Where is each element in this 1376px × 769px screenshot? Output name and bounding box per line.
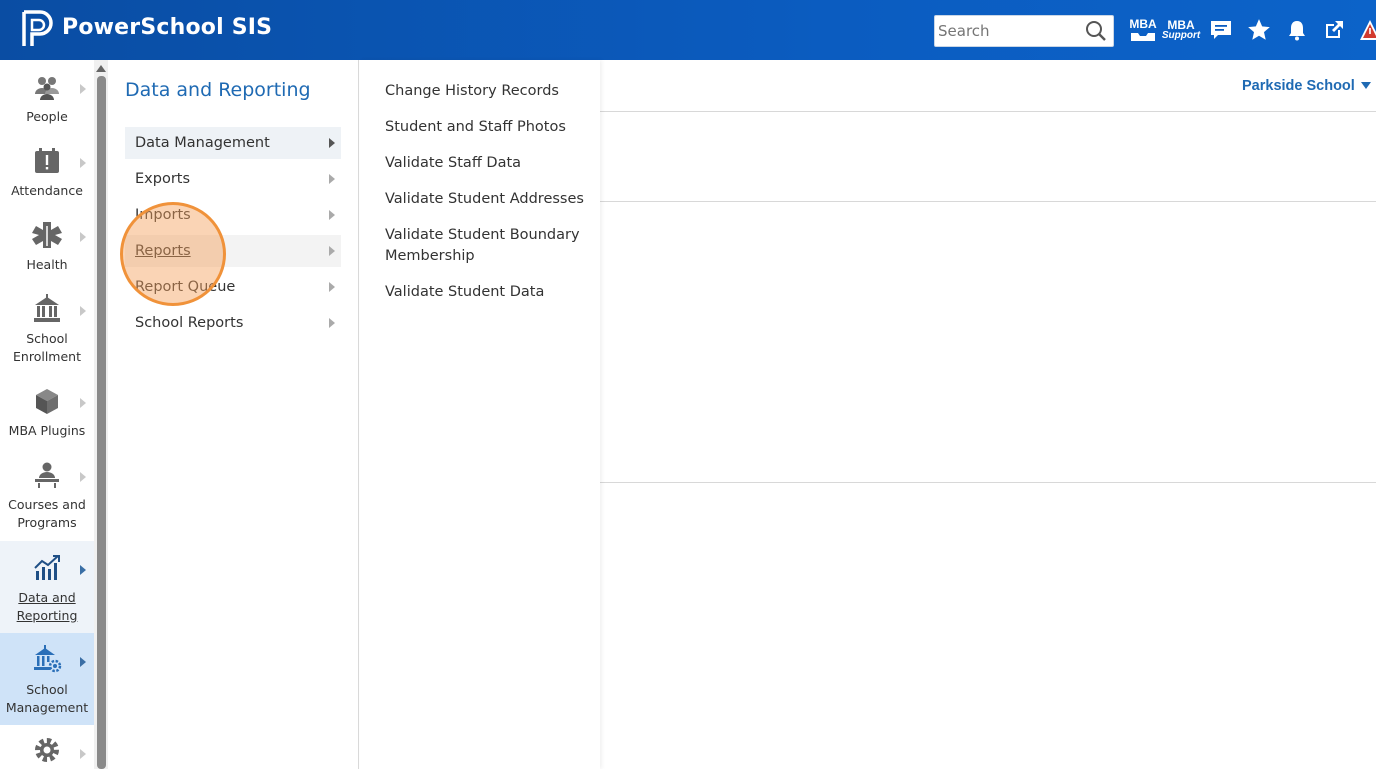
divider bbox=[600, 482, 1376, 483]
submenu-student-staff-photos[interactable]: Student and Staff Photos bbox=[385, 117, 585, 138]
nav-label: School Management bbox=[5, 682, 89, 715]
nav-mba-plugins[interactable]: MBA Plugins bbox=[0, 374, 94, 448]
submenu-change-history-records[interactable]: Change History Records bbox=[385, 81, 585, 102]
chevron-right-icon bbox=[80, 398, 86, 408]
nav-label: School Enrollment bbox=[13, 331, 81, 364]
alert-icon[interactable] bbox=[1360, 14, 1376, 46]
divider bbox=[600, 111, 1376, 112]
chevron-right-icon bbox=[329, 138, 335, 148]
nav-label: Data and Reporting bbox=[16, 590, 78, 623]
submenu-validate-staff-data[interactable]: Validate Staff Data bbox=[385, 153, 585, 174]
external-link-icon[interactable] bbox=[1322, 14, 1346, 46]
menu-label: Reports bbox=[135, 243, 191, 259]
search-icon[interactable] bbox=[1085, 20, 1107, 42]
nav-health[interactable]: Health bbox=[0, 208, 94, 282]
nav-courses-programs[interactable]: Courses and Programs bbox=[0, 448, 94, 540]
bell-icon[interactable] bbox=[1285, 14, 1309, 46]
school-management-icon bbox=[34, 645, 62, 673]
chevron-right-icon bbox=[329, 282, 335, 292]
chevron-right-icon bbox=[80, 84, 86, 94]
menu-label: Report Queue bbox=[135, 279, 236, 295]
nav-school-management[interactable]: School Management bbox=[0, 633, 94, 725]
school-enrollment-icon bbox=[34, 294, 60, 322]
powerschool-logo[interactable] bbox=[22, 10, 54, 48]
chevron-right-icon bbox=[80, 158, 86, 168]
support-label: Support bbox=[1161, 30, 1201, 41]
submenu-validate-student-data[interactable]: Validate Student Data bbox=[385, 282, 585, 303]
nav-scrollbar-thumb[interactable] bbox=[97, 76, 106, 769]
scroll-up-arrow-icon[interactable] bbox=[96, 65, 106, 72]
divider bbox=[600, 201, 1376, 202]
chevron-right-icon bbox=[329, 246, 335, 256]
submenu-validate-student-addresses[interactable]: Validate Student Addresses bbox=[385, 189, 585, 210]
school-selector[interactable]: Parkside School bbox=[1242, 78, 1355, 94]
chevron-right-icon bbox=[80, 657, 86, 667]
caret-down-icon[interactable] bbox=[1361, 82, 1371, 89]
nav-label: People bbox=[26, 109, 68, 124]
chat-icon[interactable] bbox=[1209, 14, 1233, 46]
nav-label: MBA Plugins bbox=[8, 423, 86, 438]
courses-icon bbox=[35, 462, 59, 488]
app-title[interactable]: PowerSchool SIS bbox=[62, 15, 272, 40]
chart-icon bbox=[34, 555, 60, 580]
flyout-title: Data and Reporting bbox=[125, 79, 311, 101]
nav-school-enrollment[interactable]: School Enrollment bbox=[0, 282, 94, 374]
mba-support-icon[interactable]: MBA Support bbox=[1161, 14, 1201, 46]
nav-system[interactable] bbox=[0, 725, 94, 769]
nav-label: Courses and Programs bbox=[8, 497, 86, 530]
mba-inbox-icon[interactable]: MBA bbox=[1128, 14, 1158, 46]
menu-exports[interactable]: Exports bbox=[125, 163, 341, 195]
menu-imports[interactable]: Imports bbox=[125, 199, 341, 231]
submenu-validate-student-boundary-membership[interactable]: Validate Student Boundary Membership bbox=[385, 225, 585, 267]
menu-label: Exports bbox=[135, 171, 191, 187]
nav-people[interactable]: People bbox=[0, 60, 94, 134]
chevron-right-icon bbox=[80, 749, 86, 759]
data-management-submenu: Change History Records Student and Staff… bbox=[360, 60, 600, 769]
left-navigation: People Attendance Health School Enrollme… bbox=[0, 60, 94, 769]
nav-label: Health bbox=[26, 257, 68, 272]
people-icon bbox=[35, 77, 59, 100]
chevron-right-icon bbox=[80, 565, 86, 575]
attendance-icon bbox=[35, 148, 59, 173]
menu-data-management[interactable]: Data Management bbox=[125, 127, 341, 159]
star-icon[interactable] bbox=[1246, 14, 1272, 46]
chevron-right-icon bbox=[80, 232, 86, 242]
chevron-right-icon bbox=[329, 174, 335, 184]
menu-label: School Reports bbox=[135, 315, 244, 331]
chevron-right-icon bbox=[80, 472, 86, 482]
nav-attendance[interactable]: Attendance bbox=[0, 134, 94, 208]
chevron-right-icon bbox=[80, 306, 86, 316]
nav-data-reporting[interactable]: Data and Reporting bbox=[0, 541, 94, 633]
top-header: PowerSchool SIS MBA MBA Support bbox=[0, 0, 1376, 60]
menu-label: Data Management bbox=[135, 135, 270, 151]
menu-label: Imports bbox=[135, 207, 191, 223]
mba-label: MBA bbox=[1129, 17, 1157, 31]
nav-label: Attendance bbox=[11, 183, 83, 198]
search-input[interactable] bbox=[935, 16, 1083, 46]
menu-report-queue[interactable]: Report Queue bbox=[125, 271, 341, 303]
cube-icon bbox=[36, 389, 58, 414]
data-reporting-flyout: Data and Reporting Data Management Expor… bbox=[109, 60, 359, 769]
gear-icon bbox=[35, 738, 59, 762]
chevron-right-icon bbox=[329, 318, 335, 328]
health-icon bbox=[32, 222, 62, 248]
menu-school-reports[interactable]: School Reports bbox=[125, 307, 341, 339]
chevron-right-icon bbox=[329, 210, 335, 220]
menu-reports[interactable]: Reports bbox=[125, 235, 341, 267]
tray-icon bbox=[1131, 33, 1155, 41]
search-box[interactable] bbox=[934, 15, 1114, 47]
